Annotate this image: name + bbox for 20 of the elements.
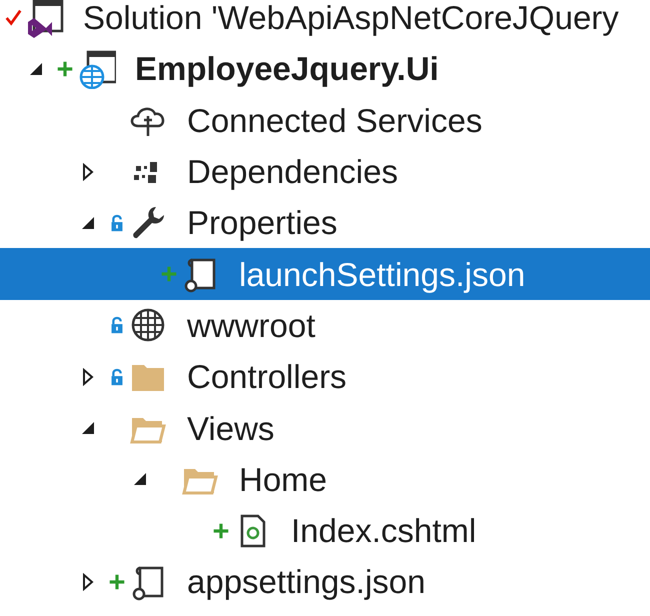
expanded-arrow-icon[interactable] — [133, 472, 147, 486]
collapsed-arrow-icon[interactable] — [82, 572, 94, 591]
selected-tree-row[interactable]: launchSettings.json — [0, 248, 650, 300]
node-label: Home — [239, 462, 328, 496]
node-label: Dependencies — [187, 155, 398, 188]
node-label: wwwroot — [187, 308, 316, 342]
node-label: launchSettings.json — [239, 258, 526, 291]
node-label: Solution 'WebApiAspNetCoreJQuery — [83, 1, 619, 34]
node-label: Index.cshtml — [291, 514, 476, 548]
expanded-arrow-icon[interactable] — [29, 62, 43, 76]
node-label: EmployeeJquery.Ui — [135, 52, 439, 86]
collapsed-arrow-icon[interactable] — [82, 368, 94, 386]
expanded-arrow-icon[interactable] — [81, 421, 95, 436]
node-label: Connected Services — [187, 104, 482, 137]
node-label: Controllers — [187, 360, 347, 394]
node-label: Views — [187, 412, 274, 445]
node-label: Properties — [187, 206, 338, 240]
expanded-arrow-icon[interactable] — [81, 216, 95, 230]
collapsed-arrow-icon[interactable] — [82, 162, 94, 181]
node-label: appsettings.json — [187, 565, 426, 598]
